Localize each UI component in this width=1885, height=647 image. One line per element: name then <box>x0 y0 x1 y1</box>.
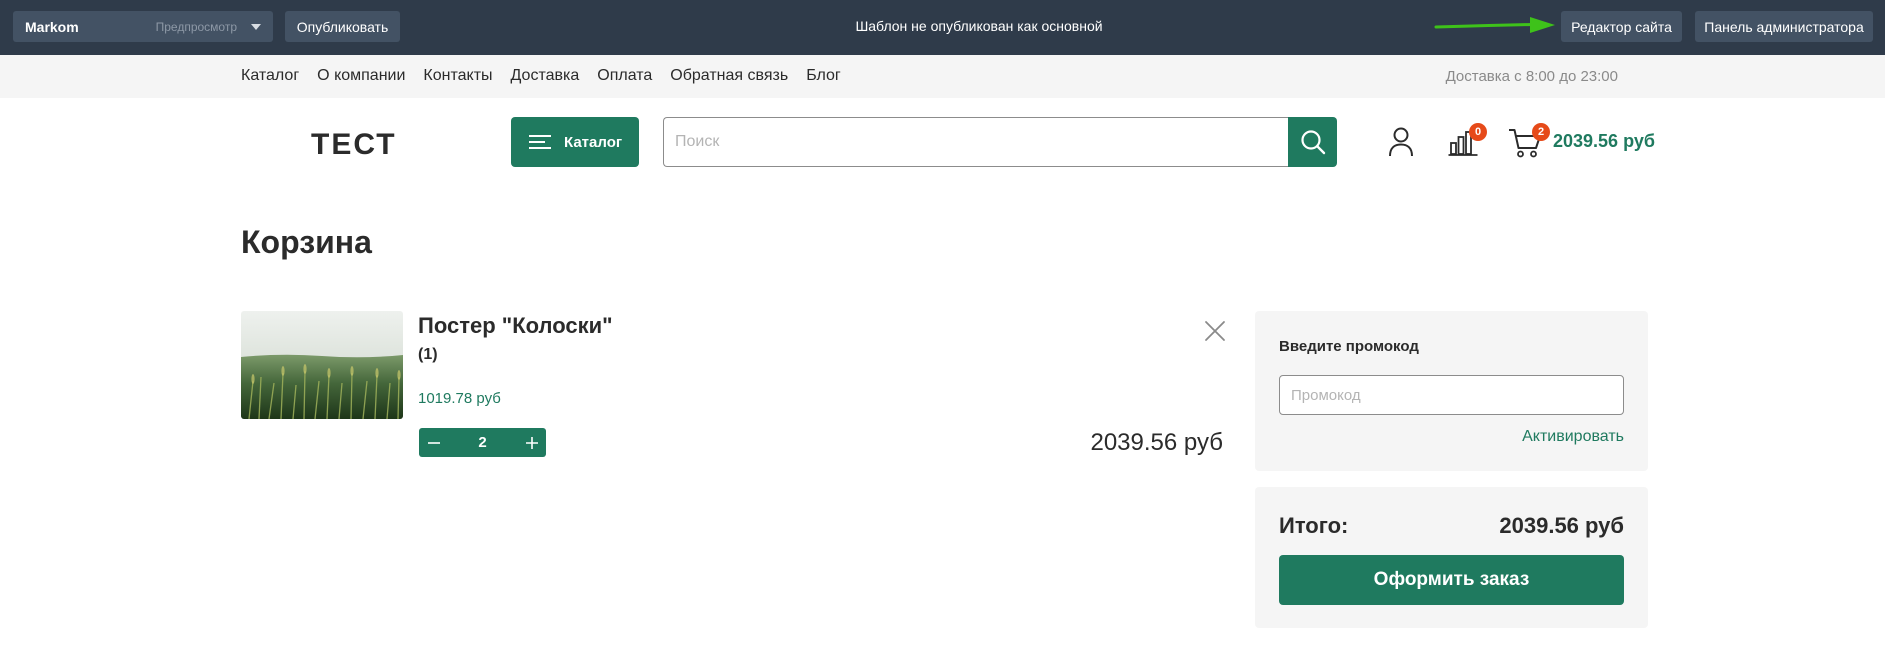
catalog-button[interactable]: Каталог <box>511 117 639 167</box>
increase-quantity-button[interactable] <box>517 428 546 457</box>
nav-item-blog[interactable]: Блог <box>806 67 841 85</box>
total-value: 2039.56 руб <box>1499 513 1624 538</box>
delivery-hours: Доставка с 8:00 до 23:00 <box>1445 68 1618 85</box>
page-title: Корзина <box>241 224 372 260</box>
site-editor-button[interactable]: Редактор сайта <box>1561 11 1682 42</box>
nav-item-contacts[interactable]: Контакты <box>423 67 492 85</box>
product-image[interactable] <box>241 311 403 419</box>
admin-bar: Markom Предпросмотр Опубликовать Шаблон … <box>0 0 1885 55</box>
publish-button[interactable]: Опубликовать <box>285 11 400 42</box>
product-name[interactable]: Постер "Колоски" <box>418 313 613 339</box>
quantity-stepper: 2 <box>419 428 546 457</box>
site-selector[interactable]: Markom Предпросмотр <box>13 11 273 42</box>
promo-code-input[interactable] <box>1279 375 1624 415</box>
admin-panel-button[interactable]: Панель администратора <box>1695 11 1873 42</box>
nav-item-delivery[interactable]: Доставка <box>511 67 580 85</box>
search-button[interactable] <box>1288 117 1337 167</box>
header-cart-total[interactable]: 2039.56 руб <box>1553 131 1655 152</box>
template-notice: Шаблон не опубликован как основной <box>855 18 1103 34</box>
search-input[interactable] <box>663 117 1288 167</box>
site-name: Markom <box>25 18 79 35</box>
total-label: Итого: <box>1279 513 1349 538</box>
nav-item-payment[interactable]: Оплата <box>597 67 652 85</box>
preview-mode-label: Предпросмотр <box>155 19 237 34</box>
arrow-right-icon <box>1434 17 1555 33</box>
catalog-button-label: Каталог <box>564 133 623 151</box>
nav-item-feedback[interactable]: Обратная связь <box>670 67 788 85</box>
line-total: 2039.56 руб <box>1090 429 1223 456</box>
wheat-field-image <box>241 311 403 419</box>
quantity-value[interactable]: 2 <box>448 434 517 451</box>
caret-down-icon <box>251 23 261 30</box>
site-logo[interactable]: ТЕСТ <box>311 128 397 162</box>
checkout-button[interactable]: Оформить заказ <box>1279 555 1624 605</box>
minus-icon <box>427 441 440 444</box>
user-icon[interactable] <box>1388 127 1414 157</box>
cart-count-badge: 2 <box>1532 123 1550 141</box>
remove-item-icon[interactable] <box>1204 320 1226 342</box>
promo-code-label: Введите промокод <box>1279 338 1419 355</box>
decrease-quantity-button[interactable] <box>419 428 448 457</box>
search-icon <box>1300 130 1325 155</box>
activate-promo-link[interactable]: Активировать <box>1522 428 1624 446</box>
plus-icon <box>525 436 538 449</box>
top-menu: Каталог О компании Контакты Доставка Опл… <box>0 55 1885 98</box>
nav-item-about[interactable]: О компании <box>317 67 405 85</box>
unit-price: 1019.78 руб <box>418 390 501 407</box>
product-variant: (1) <box>418 346 438 363</box>
promo-code-panel: Введите промокод Активировать <box>1255 311 1648 471</box>
compare-count-badge: 0 <box>1469 123 1487 141</box>
top-nav: Каталог О компании Контакты Доставка Опл… <box>241 67 859 85</box>
menu-icon <box>529 134 551 150</box>
order-summary-panel: Итого: 2039.56 руб Оформить заказ <box>1255 487 1648 628</box>
nav-item-catalog[interactable]: Каталог <box>241 67 299 85</box>
